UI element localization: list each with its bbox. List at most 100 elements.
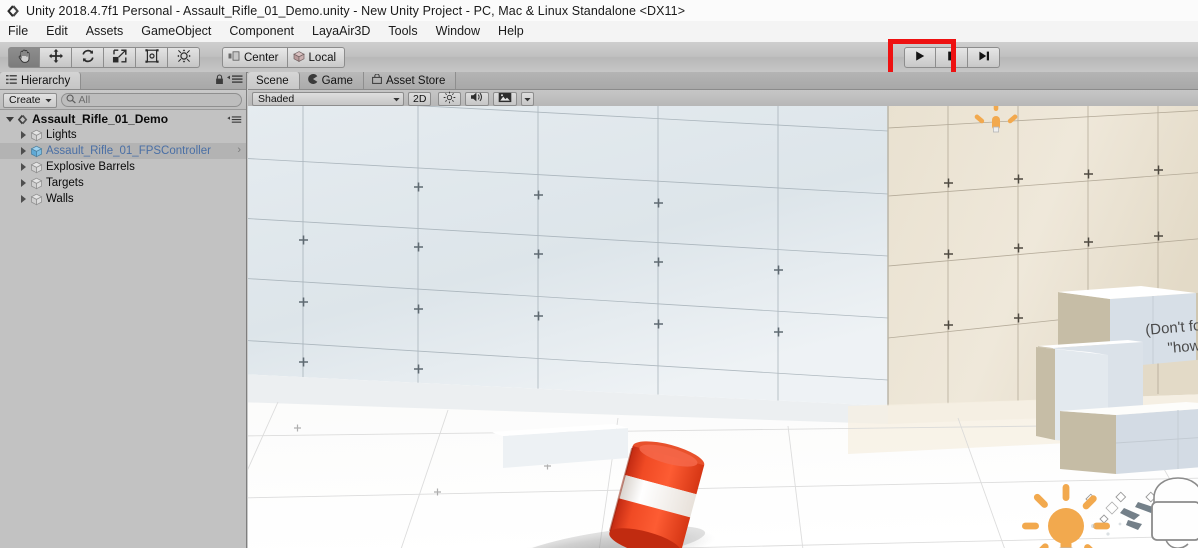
expand-arrow-fpscontroller[interactable] xyxy=(18,143,29,159)
step-button[interactable] xyxy=(968,47,1000,68)
unity-editor-window: Unity 2018.4.7f1 Personal - Assault_Rifl… xyxy=(0,0,1198,548)
rect-tool-button[interactable] xyxy=(136,47,168,68)
gameobject-icon xyxy=(29,159,44,175)
main-toolbar: Center Local xyxy=(0,39,1198,79)
tab-asset-store[interactable]: Asset Store xyxy=(363,72,457,89)
panel-menu-icon[interactable] xyxy=(227,74,243,88)
lighting-toggle-button[interactable] xyxy=(438,91,462,107)
search-input[interactable]: All xyxy=(60,93,242,107)
expand-arrow-targets[interactable] xyxy=(18,175,29,191)
menu-bar: File Edit Assets GameObject Component La… xyxy=(0,21,1198,43)
tab-hierarchy-label: Hierarchy xyxy=(21,74,71,87)
sun-lighting-icon xyxy=(443,91,456,107)
scale-icon xyxy=(112,48,128,67)
pivot-mode-button[interactable]: Center xyxy=(222,47,288,68)
gameobject-icon xyxy=(29,127,44,143)
hierarchy-tree: Assault_Rifle_01_Demo Lights Assault_Rif… xyxy=(0,110,246,207)
tab-game[interactable]: Game xyxy=(299,72,364,89)
tab-hierarchy[interactable]: Hierarchy xyxy=(0,72,82,89)
play-button[interactable] xyxy=(904,47,936,68)
hierarchy-icon xyxy=(6,74,17,88)
effects-dropdown-button[interactable] xyxy=(521,91,535,106)
hierarchy-tab-row: Hierarchy xyxy=(0,72,246,90)
audio-toggle-button[interactable] xyxy=(465,91,490,106)
draw-mode-dropdown[interactable]: Shaded xyxy=(252,91,404,106)
expand-arrow-scene[interactable] xyxy=(4,111,15,127)
hierarchy-row-targets[interactable]: Targets xyxy=(0,175,246,191)
playback-group xyxy=(904,47,1000,68)
pivot-rotation-button[interactable]: Local xyxy=(287,47,346,68)
game-pacman-icon xyxy=(307,74,318,87)
create-button[interactable]: Create xyxy=(3,92,57,108)
scene-view-tab-row: Scene Game Asset Store xyxy=(248,72,1198,90)
toggle-2d-button[interactable]: 2D xyxy=(408,91,432,106)
hand-icon xyxy=(16,48,32,67)
hand-tool-button[interactable] xyxy=(8,47,40,68)
rotate-tool-button[interactable] xyxy=(72,47,104,68)
chevron-down-icon xyxy=(524,93,532,105)
chevron-down-icon xyxy=(44,94,52,106)
scale-tool-button[interactable] xyxy=(104,47,136,68)
hierarchy-row-lights[interactable]: Lights xyxy=(0,127,246,143)
menu-assets[interactable]: Assets xyxy=(77,21,133,42)
toggle-2d-label: 2D xyxy=(413,92,427,105)
rotate-icon xyxy=(80,48,96,67)
menu-gameobject[interactable]: GameObject xyxy=(132,21,220,42)
hierarchy-label-explosive-barrels: Explosive Barrels xyxy=(46,161,135,173)
menu-help[interactable]: Help xyxy=(489,21,533,42)
image-effects-icon xyxy=(498,92,512,106)
scene-view-panel: Scene Game Asset Store Shaded 2D (Don't … xyxy=(248,72,1198,548)
menu-layaair3d[interactable]: LayaAir3D xyxy=(303,21,379,42)
effects-toggle-button[interactable] xyxy=(493,91,518,106)
tab-scene[interactable]: Scene xyxy=(248,72,300,89)
prefab-cube-icon xyxy=(29,143,44,159)
menu-window[interactable]: Window xyxy=(427,21,489,42)
play-triangle-icon xyxy=(913,50,927,65)
hierarchy-row-walls[interactable]: Walls xyxy=(0,191,246,207)
gameobject-icon xyxy=(29,191,44,207)
move-tool-button[interactable] xyxy=(40,47,72,68)
step-forward-icon xyxy=(977,50,991,65)
local-cube-icon xyxy=(292,50,305,65)
speaker-audio-icon xyxy=(470,91,484,106)
combined-transform-icon xyxy=(176,48,192,67)
hierarchy-row-explosive-barrels[interactable]: Explosive Barrels xyxy=(0,159,246,175)
pivot-rotation-label: Local xyxy=(308,51,337,64)
pause-bars-icon xyxy=(946,50,958,65)
menu-edit[interactable]: Edit xyxy=(37,21,77,42)
hierarchy-label-lights: Lights xyxy=(46,129,77,141)
chevron-down-icon xyxy=(393,93,400,105)
window-title: Unity 2018.4.7f1 Personal - Assault_Rifl… xyxy=(26,3,686,18)
asset-store-icon xyxy=(372,73,382,87)
camera-icon xyxy=(1151,477,1198,548)
scene-3d-viewport[interactable]: (Don't fo "how xyxy=(248,106,1198,548)
create-button-label: Create xyxy=(9,94,41,106)
menu-component[interactable]: Component xyxy=(220,21,303,42)
gameobject-icon xyxy=(29,175,44,191)
scene-row-menu-icon[interactable] xyxy=(227,114,242,128)
draw-mode-label: Shaded xyxy=(258,92,295,105)
lock-icon[interactable] xyxy=(215,74,224,88)
unity-scene-icon xyxy=(15,111,30,127)
hierarchy-row-fpscontroller[interactable]: Assault_Rifle_01_FPSController › xyxy=(0,143,246,159)
menu-file[interactable]: File xyxy=(0,21,37,42)
expand-arrow-lights[interactable] xyxy=(18,127,29,143)
title-bar: Unity 2018.4.7f1 Personal - Assault_Rifl… xyxy=(0,0,1198,22)
scene-render xyxy=(248,106,1198,548)
pause-button[interactable] xyxy=(936,47,968,68)
menu-tools[interactable]: Tools xyxy=(379,21,426,42)
tab-asset-store-label: Asset Store xyxy=(385,74,446,87)
hierarchy-label-fpscontroller: Assault_Rifle_01_FPSController xyxy=(46,145,211,157)
expand-arrow-explosive-barrels[interactable] xyxy=(18,159,29,175)
hierarchy-panel: Hierarchy Create All Assault_Rifle_01_De… xyxy=(0,72,247,548)
hierarchy-toolbar: Create All xyxy=(0,90,246,110)
prefab-open-chevron-icon[interactable]: › xyxy=(237,144,241,156)
unity-logo-icon xyxy=(5,3,21,19)
expand-arrow-walls[interactable] xyxy=(18,191,29,207)
hierarchy-row-scene-root[interactable]: Assault_Rifle_01_Demo xyxy=(0,111,246,127)
transform-tool-button[interactable] xyxy=(168,47,200,68)
tab-game-label: Game xyxy=(321,74,353,87)
tab-scene-label: Scene xyxy=(256,74,289,87)
rect-transform-icon xyxy=(144,48,160,67)
transform-tools-group xyxy=(8,47,200,68)
